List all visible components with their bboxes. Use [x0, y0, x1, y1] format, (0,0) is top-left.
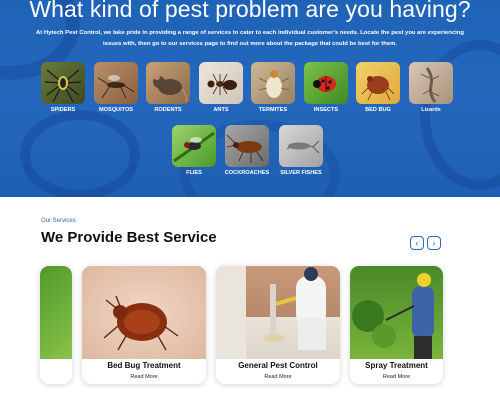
chevron-right-icon: ›	[432, 238, 436, 248]
pest-item-flies[interactable]: FLIES	[172, 125, 216, 176]
pest-item-rodents[interactable]: RODENTS	[146, 62, 190, 113]
chevron-left-icon: ‹	[415, 238, 419, 248]
pest-label: MOSQUITOS	[98, 107, 134, 113]
rodent-icon	[146, 62, 190, 104]
service-card-title: Spray Treatment	[365, 361, 428, 370]
pest-item-cockroaches[interactable]: COCKROACHES	[225, 125, 269, 176]
service-card-general[interactable]: General Pest Control Read More	[216, 266, 340, 384]
pest-item-spiders[interactable]: SPIDERS	[41, 62, 85, 113]
service-card-bed-bug[interactable]: Bed Bug Treatment Read More	[82, 266, 206, 384]
mosquito-icon	[94, 62, 138, 104]
pest-label: TERMITES	[258, 107, 288, 113]
read-more-link[interactable]: Read More	[82, 374, 206, 380]
pest-label: RODENTS	[154, 107, 182, 113]
pest-item-ants[interactable]: ANTS	[199, 62, 243, 113]
pest-label: SPIDERS	[50, 107, 76, 113]
decorative-swirl	[20, 110, 140, 197]
carousel-prev-button[interactable]: ‹	[410, 236, 424, 250]
pest-item-bed-bug[interactable]: BED BUG	[356, 62, 400, 113]
bed-bug-icon	[356, 62, 400, 104]
services-title: We Provide Best Service	[41, 229, 217, 246]
fly-icon	[172, 125, 216, 167]
lizard-icon	[409, 62, 453, 104]
termite-icon	[251, 62, 295, 104]
service-card-title: General Pest Control	[238, 361, 318, 370]
service-image	[40, 266, 72, 359]
service-card-title: Bed Bug Treatment	[107, 361, 181, 370]
pest-item-termites[interactable]: TERMITES	[251, 62, 295, 113]
pest-label: Lizards	[421, 107, 441, 113]
pest-label: INSECTS	[313, 107, 339, 113]
pest-item-lizards[interactable]: Lizards	[409, 62, 453, 113]
read-more-link[interactable]: Read More	[350, 374, 443, 380]
service-card-spray[interactable]: Spray Treatment Read More	[350, 266, 443, 384]
spider-icon	[41, 62, 85, 104]
service-card-partial[interactable]	[40, 266, 72, 384]
ant-icon	[199, 62, 243, 104]
pest-hero-section: What kind of pest problem are you having…	[0, 0, 500, 197]
pest-label: FLIES	[186, 170, 202, 176]
silverfish-icon	[279, 125, 323, 167]
spray-treatment-image	[350, 266, 443, 359]
pest-label: BED BUG	[365, 107, 391, 113]
hero-description: At Hytech Pest Control, we take pride in…	[36, 30, 464, 47]
hero-title: What kind of pest problem are you having…	[29, 0, 471, 22]
pest-label: SILVER FISHES	[280, 170, 322, 176]
carousel-next-button[interactable]: ›	[427, 236, 441, 250]
pest-label: ANTS	[213, 107, 229, 113]
read-more-link[interactable]: Read More	[216, 374, 340, 380]
pest-label: COCKROACHES	[224, 170, 270, 176]
pest-item-insects[interactable]: INSECTS	[304, 62, 348, 113]
pest-item-silver-fishes[interactable]: SILVER FISHES	[279, 125, 323, 176]
general-pest-control-image	[216, 266, 340, 359]
services-kicker: Our Services	[41, 218, 76, 224]
pest-item-mosquitos[interactable]: MOSQUITOS	[94, 62, 138, 113]
ladybug-icon	[304, 62, 348, 104]
bed-bug-image	[82, 266, 206, 359]
cockroach-icon	[225, 125, 269, 167]
